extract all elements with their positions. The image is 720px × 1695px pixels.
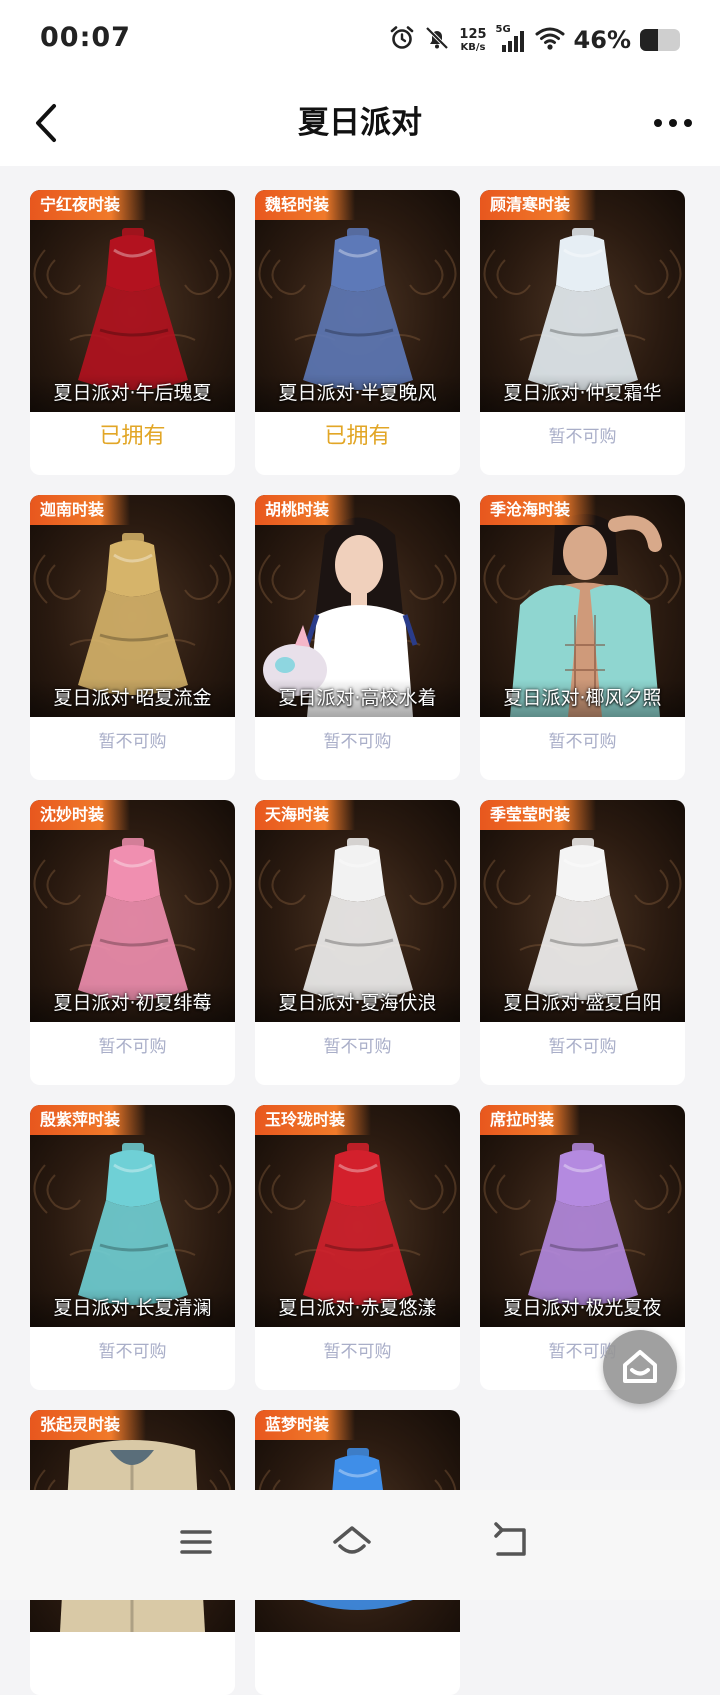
unavailable-status: 暂不可购	[98, 1037, 167, 1057]
battery-percent: 46%	[573, 26, 631, 54]
home-nav-button[interactable]	[322, 1512, 382, 1572]
outfit-card[interactable]: 胡桃时装夏日派对·高校水着暂不可购	[255, 495, 460, 780]
outfit-card[interactable]: 沈妙时装夏日派对·初夏绯莓暂不可购	[30, 800, 235, 1085]
outfit-name: 夏日派对·赤夏悠漾	[255, 1289, 460, 1327]
outfit-name: 夏日派对·长夏清澜	[30, 1289, 235, 1327]
outfit-card[interactable]: 殷紫萍时装夏日派对·长夏清澜暂不可购	[30, 1105, 235, 1390]
outfit-thumbnail: 玉玲珑时装夏日派对·赤夏悠漾	[255, 1105, 460, 1327]
outfit-thumbnail: 殷紫萍时装夏日派对·长夏清澜	[30, 1105, 235, 1327]
character-tag: 魏轻时装	[255, 190, 356, 220]
unavailable-status: 暂不可购	[548, 427, 617, 447]
outfit-card[interactable]: 迦南时装夏日派对·昭夏流金暂不可购	[30, 495, 235, 780]
unavailable-status: 暂不可购	[98, 732, 167, 752]
owned-status: 已拥有	[99, 424, 166, 449]
wifi-icon	[535, 25, 565, 55]
outfit-thumbnail: 魏轻时装夏日派对·半夏晚风	[255, 190, 460, 412]
outfit-grid: 宁红夜时装 夏日派对·午后瑰夏 已拥有 魏轻时装 夏日派对·半夏晚风 已拥有 顾…	[30, 190, 690, 1695]
home-icon	[333, 1526, 371, 1554]
back-nav-button[interactable]	[480, 1512, 540, 1572]
outfit-name: 夏日派对·仲夏霜华	[480, 374, 685, 412]
signal-icon: 5G	[496, 24, 526, 54]
outfit-thumbnail: 迦南时装夏日派对·昭夏流金	[30, 495, 235, 717]
outfit-card[interactable]: 魏轻时装夏日派对·半夏晚风已拥有	[255, 190, 460, 475]
more-button[interactable]	[648, 98, 698, 148]
unavailable-status: 暂不可购	[323, 732, 392, 752]
outfit-name: 夏日派对·午后瑰夏	[30, 374, 235, 412]
outfit-card[interactable]: 玉玲珑时装夏日派对·赤夏悠漾暂不可购	[255, 1105, 460, 1390]
status-time: 00:07	[40, 22, 131, 53]
outfit-name: 夏日派对·极光夏夜	[480, 1289, 685, 1327]
character-tag: 张起灵时装	[30, 1410, 147, 1440]
character-tag: 沈妙时装	[30, 800, 131, 830]
outfit-name: 夏日派对·盛夏白阳	[480, 984, 685, 1022]
more-dots-icon	[654, 119, 692, 127]
floating-home-button[interactable]	[603, 1330, 677, 1404]
outfit-card[interactable]: 宁红夜时装夏日派对·午后瑰夏已拥有	[30, 190, 235, 475]
character-tag: 宁红夜时装	[30, 190, 147, 220]
outfit-card[interactable]: 季莹莹时装夏日派对·盛夏白阳暂不可购	[480, 800, 685, 1085]
character-tag: 蓝梦时装	[255, 1410, 356, 1440]
owned-status: 已拥有	[324, 424, 391, 449]
outfit-card[interactable]: 季沧海时装夏日派对·椰风夕照暂不可购	[480, 495, 685, 780]
bottom-navigation-bar	[0, 1490, 720, 1600]
outfit-name: 夏日派对·初夏绯莓	[30, 984, 235, 1022]
character-tag: 天海时装	[255, 800, 356, 830]
outfit-thumbnail: 沈妙时装夏日派对·初夏绯莓	[30, 800, 235, 1022]
character-tag: 胡桃时装	[255, 495, 356, 525]
outfit-thumbnail: 席拉时装夏日派对·极光夏夜	[480, 1105, 685, 1327]
menu-nav-button[interactable]	[166, 1512, 226, 1572]
unavailable-status: 暂不可购	[548, 1037, 617, 1057]
mute-bell-icon	[424, 25, 450, 55]
character-tag: 殷紫萍时装	[30, 1105, 147, 1135]
unavailable-status: 暂不可购	[323, 1037, 392, 1057]
outfit-thumbnail: 天海时装夏日派对·夏海伏浪	[255, 800, 460, 1022]
outfit-card[interactable]: 顾清寒时装夏日派对·仲夏霜华暂不可购	[480, 190, 685, 475]
outfit-thumbnail: 顾清寒时装夏日派对·仲夏霜华	[480, 190, 685, 412]
net-speed: 125 KB/s	[459, 28, 486, 53]
net-speed-unit: KB/s	[460, 41, 486, 53]
unavailable-status: 暂不可购	[548, 732, 617, 752]
outfit-name: 夏日派对·椰风夕照	[480, 679, 685, 717]
character-tag: 席拉时装	[480, 1105, 581, 1135]
character-tag: 季沧海时装	[480, 495, 597, 525]
status-icons: 125 KB/s 5G 46%	[389, 22, 680, 58]
character-tag: 玉玲珑时装	[255, 1105, 372, 1135]
header: 夏日派对	[0, 80, 720, 166]
back-icon	[494, 1522, 526, 1556]
outfit-thumbnail: 胡桃时装夏日派对·高校水着	[255, 495, 460, 717]
home-icon	[623, 1350, 657, 1383]
menu-icon	[180, 1530, 212, 1554]
outfit-name: 夏日派对·夏海伏浪	[255, 984, 460, 1022]
unavailable-status: 暂不可购	[323, 1342, 392, 1362]
character-tag: 顾清寒时装	[480, 190, 597, 220]
battery-icon	[640, 29, 680, 51]
net-speed-value: 125	[459, 26, 487, 42]
outfit-card[interactable]: 天海时装夏日派对·夏海伏浪暂不可购	[255, 800, 460, 1085]
battery-fill	[640, 29, 659, 51]
page-title: 夏日派对	[298, 105, 422, 141]
status-bar: 00:07 125 KB/s 5G 46%	[0, 0, 720, 80]
outfit-thumbnail: 季莹莹时装夏日派对·盛夏白阳	[480, 800, 685, 1022]
character-tag: 季莹莹时装	[480, 800, 597, 830]
outfit-name: 夏日派对·昭夏流金	[30, 679, 235, 717]
unavailable-status: 暂不可购	[98, 1342, 167, 1362]
outfit-name: 夏日派对·高校水着	[255, 679, 460, 717]
outfit-thumbnail: 季沧海时装夏日派对·椰风夕照	[480, 495, 685, 717]
character-tag: 迦南时装	[30, 495, 131, 525]
alarm-icon	[389, 25, 415, 55]
outfit-thumbnail: 宁红夜时装夏日派对·午后瑰夏	[30, 190, 235, 412]
outfit-name: 夏日派对·半夏晚风	[255, 374, 460, 412]
